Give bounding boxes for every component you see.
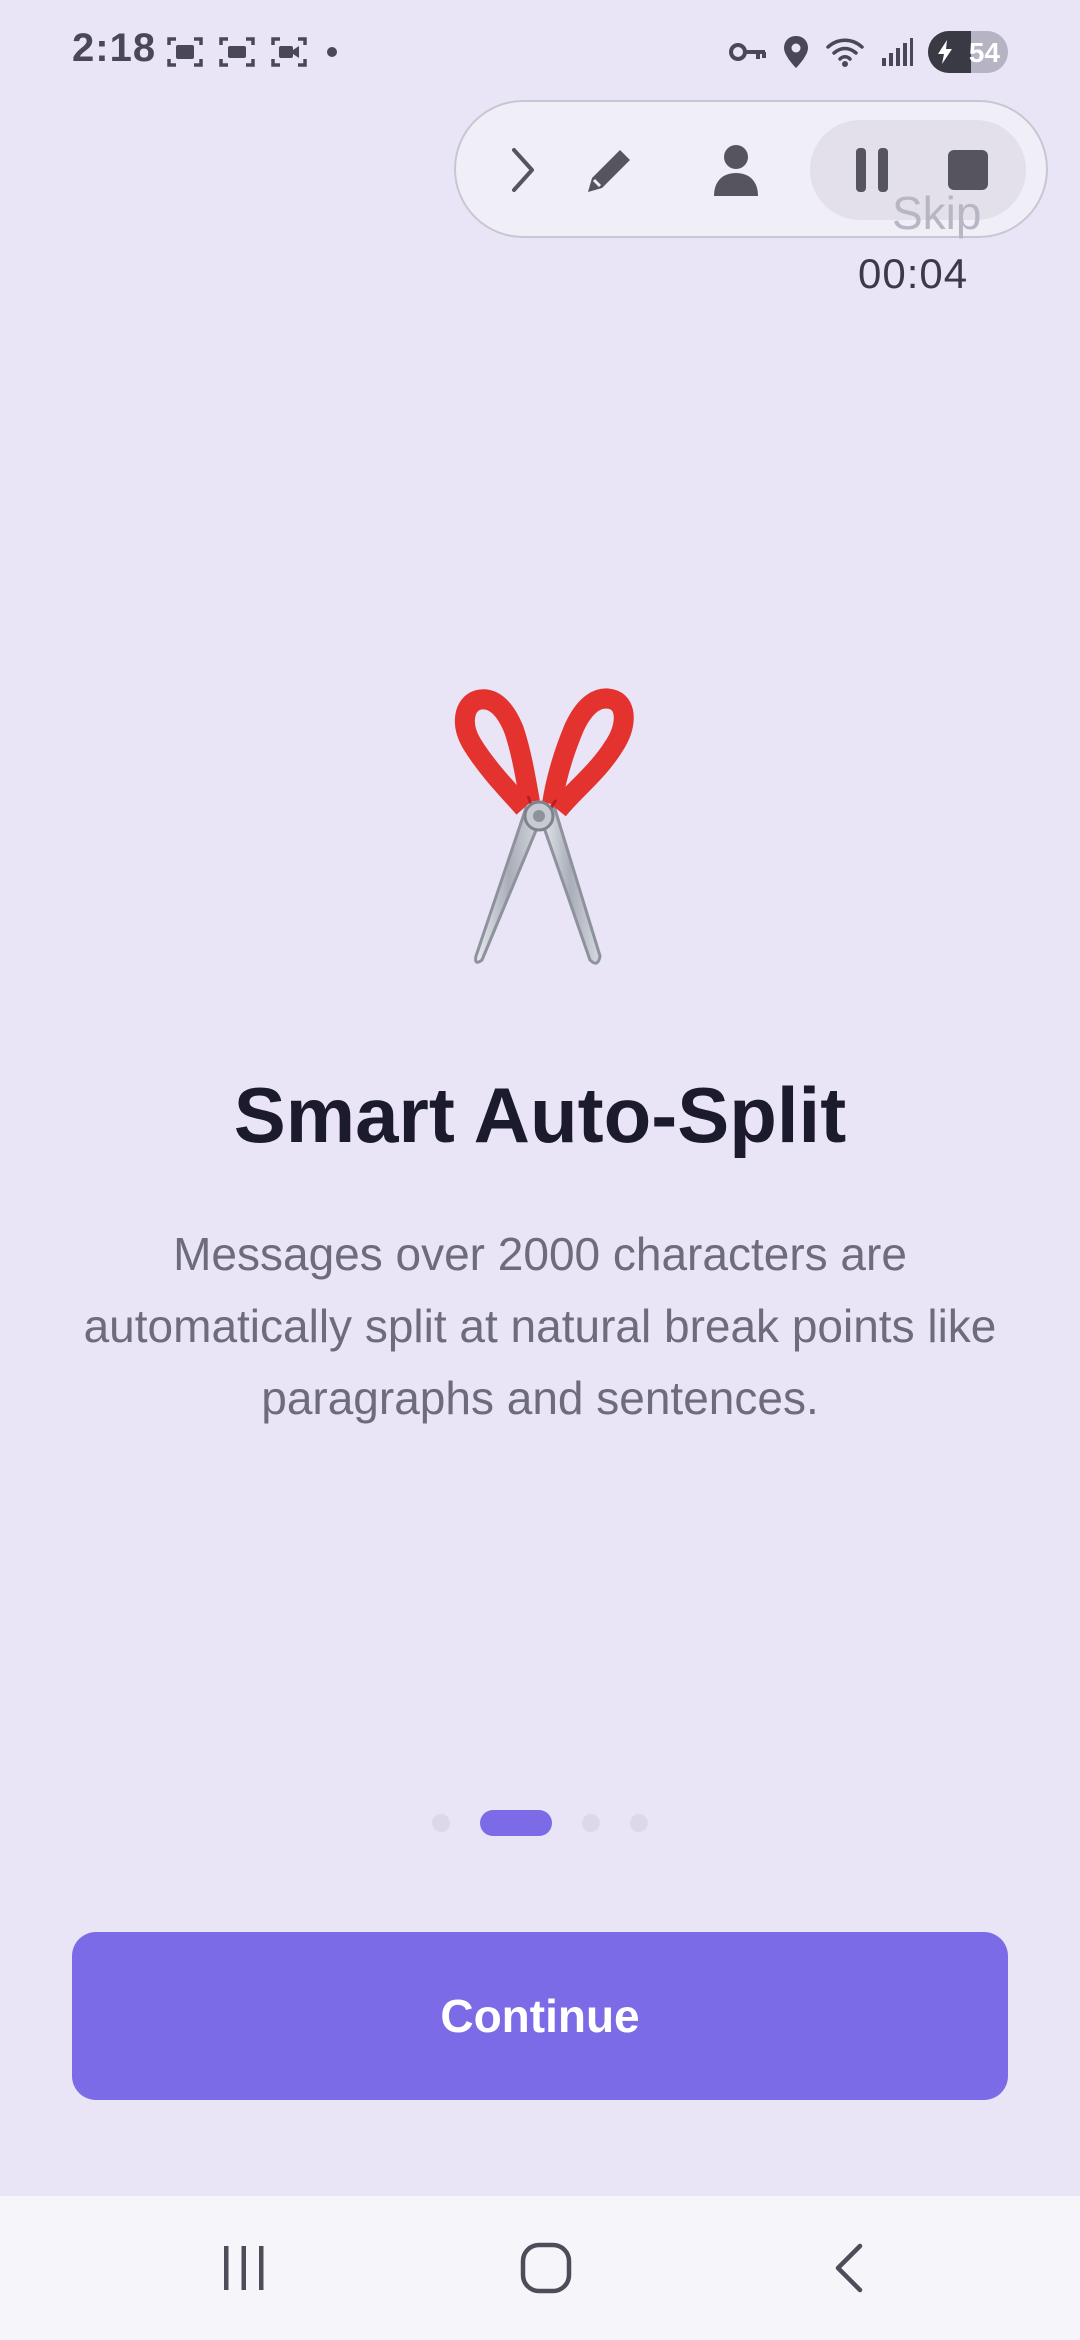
camera-overlay-button[interactable] — [700, 134, 772, 206]
continue-button[interactable]: Continue — [72, 1932, 1008, 2100]
status-bar: 2:18 54 — [0, 0, 1080, 100]
screen-capture-icon — [219, 37, 255, 67]
wifi-icon — [826, 38, 864, 67]
location-icon — [784, 36, 808, 68]
status-time: 2:18 — [72, 26, 157, 70]
expand-toolbar-button[interactable] — [486, 134, 558, 206]
charging-bolt-icon — [938, 40, 952, 64]
battery-icon: 54 — [928, 31, 1008, 73]
signal-icon — [882, 38, 913, 66]
back-icon — [835, 2243, 863, 2293]
home-icon — [520, 2242, 572, 2294]
skip-button[interactable]: Skip — [892, 186, 981, 240]
status-left-icons — [166, 34, 342, 70]
page-dot — [582, 1814, 600, 1832]
scissors-icon — [454, 688, 634, 965]
page-dot — [432, 1814, 450, 1832]
page-dot-active — [480, 1810, 552, 1836]
back-button[interactable] — [810, 2232, 890, 2304]
battery-level-text: 54 — [968, 37, 1000, 68]
screen-record-icon — [271, 37, 307, 67]
page-dot — [630, 1814, 648, 1832]
recents-icon — [224, 2246, 264, 2290]
pause-icon — [856, 148, 888, 192]
draw-button[interactable] — [574, 134, 646, 206]
page-indicator — [0, 1810, 1080, 1836]
navigation-bar — [0, 2196, 1080, 2340]
notification-dot-icon — [327, 47, 337, 57]
home-button[interactable] — [506, 2232, 586, 2304]
pen-icon — [588, 150, 630, 192]
screenshot-icon — [167, 37, 203, 67]
person-icon — [714, 145, 758, 196]
recents-button[interactable] — [204, 2232, 284, 2304]
vpn-key-icon — [729, 43, 766, 61]
status-right-icons: 54 — [728, 30, 1008, 74]
page-title: Smart Auto-Split — [233, 1071, 847, 1159]
page-description: Messages over 2000 characters are automa… — [83, 1228, 997, 1424]
recording-timer: 00:04 — [858, 250, 969, 297]
expand-chevron-icon — [512, 148, 534, 192]
